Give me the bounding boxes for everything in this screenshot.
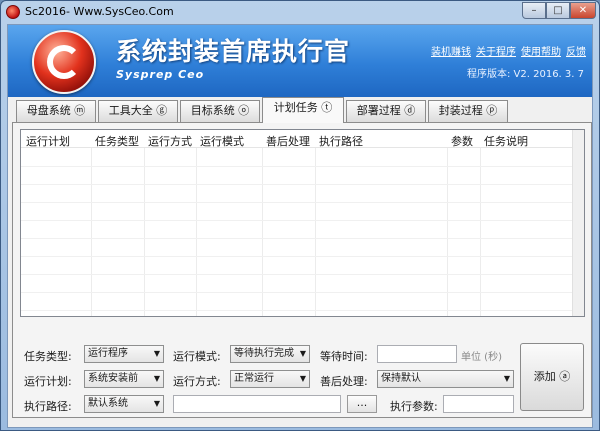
- exec-path-select[interactable]: 默认系统 ▼: [84, 395, 164, 413]
- exec-path-input[interactable]: [173, 395, 341, 413]
- tab-source-system[interactable]: 母盘系统 ⓜ: [16, 100, 96, 122]
- row-line: [21, 292, 584, 293]
- chevron-down-icon: ▼: [503, 374, 510, 383]
- header-links: 装机赚钱 关于程序 使用帮助 反馈: [426, 43, 586, 58]
- version-label: 程序版本: V2. 2016. 3. 7: [467, 69, 584, 80]
- chevron-down-icon: ▼: [153, 349, 160, 358]
- col-run-mode[interactable]: 运行模式: [200, 133, 244, 149]
- task-table[interactable]: 运行计划 任务类型 运行方式 运行模式 善后处理 执行路径 参数 任务说明: [20, 129, 585, 317]
- app-title: 系统封装首席执行官: [116, 37, 351, 66]
- run-mode-select[interactable]: 等待执行完成 ▼: [230, 345, 310, 363]
- row-line: [21, 274, 584, 275]
- col-params[interactable]: 参数: [451, 133, 473, 149]
- run-plan-select[interactable]: 系统安装前 ▼: [84, 370, 164, 388]
- run-method-value: 正常运行: [234, 373, 274, 384]
- app-subtitle: Sysprep Ceo: [116, 68, 205, 81]
- header-banner: 系统封装首席执行官 Sysprep Ceo 装机赚钱 关于程序 使用帮助 反馈 程序版…: [8, 25, 592, 97]
- tab-scheduled-tasks[interactable]: 计划任务 ⓣ: [262, 97, 344, 123]
- after-process-select[interactable]: 保持默认 ▼: [377, 370, 514, 388]
- run-plan-label: 运行计划:: [24, 375, 72, 388]
- col-description[interactable]: 任务说明: [484, 133, 528, 149]
- row-line: [21, 166, 584, 167]
- row-line: [21, 310, 584, 311]
- table-scrollbar[interactable]: [572, 130, 584, 316]
- chevron-down-icon: ▼: [299, 349, 306, 358]
- scheduled-tasks-panel: 运行计划 任务类型 运行方式 运行模式 善后处理 执行路径 参数 任务说明 任务…: [12, 122, 592, 418]
- run-mode-value: 等待执行完成: [234, 348, 294, 359]
- run-method-label: 运行方式:: [173, 375, 221, 388]
- tab-package[interactable]: 封装过程 ⓟ: [428, 100, 508, 122]
- col-task-type[interactable]: 任务类型: [95, 133, 139, 149]
- wait-time-input[interactable]: [377, 345, 457, 363]
- row-line: [21, 238, 584, 239]
- title-bar[interactable]: Sc2016- Www.SysCeo.Com – □ ✕: [1, 1, 599, 23]
- run-method-select[interactable]: 正常运行 ▼: [230, 370, 310, 388]
- task-type-value: 运行程序: [88, 348, 128, 359]
- exec-path-label: 执行路径:: [24, 400, 72, 413]
- col-after-process[interactable]: 善后处理: [266, 133, 310, 149]
- link-help[interactable]: 使用帮助: [521, 47, 561, 58]
- chevron-down-icon: ▼: [299, 374, 306, 383]
- col-run-method[interactable]: 运行方式: [148, 133, 192, 149]
- tab-target-system[interactable]: 目标系统 ⓞ: [180, 100, 260, 122]
- row-line: [21, 184, 584, 185]
- minimize-button[interactable]: –: [522, 2, 546, 19]
- col-run-plan[interactable]: 运行计划: [26, 133, 70, 149]
- tab-tools[interactable]: 工具大全 ⓖ: [98, 100, 178, 122]
- client-area: 系统封装首席执行官 Sysprep Ceo 装机赚钱 关于程序 使用帮助 反馈 程序版…: [7, 24, 593, 428]
- wait-time-unit: 单位 (秒): [461, 352, 502, 363]
- link-about[interactable]: 关于程序: [476, 47, 516, 58]
- row-line: [21, 220, 584, 221]
- exec-params-label: 执行参数:: [390, 400, 438, 413]
- exec-params-input[interactable]: [443, 395, 514, 413]
- tab-bar: 母盘系统 ⓜ 工具大全 ⓖ 目标系统 ⓞ 计划任务 ⓣ 部署过程 ⓓ 封装过程 …: [12, 97, 592, 123]
- exec-path-value: 默认系统: [88, 398, 128, 409]
- close-button[interactable]: ✕: [570, 2, 596, 19]
- link-feedback[interactable]: 反馈: [566, 47, 586, 58]
- row-line: [21, 256, 584, 257]
- col-exec-path[interactable]: 执行路径: [319, 133, 363, 149]
- window-title: Sc2016- Www.SysCeo.Com: [25, 5, 174, 18]
- after-process-label: 善后处理:: [320, 375, 368, 388]
- main-window: Sc2016- Www.SysCeo.Com – □ ✕ 系统封装首席执行官 S…: [0, 0, 600, 431]
- link-earn[interactable]: 装机赚钱: [431, 47, 471, 58]
- chevron-down-icon: ▼: [153, 374, 160, 383]
- run-plan-value: 系统安装前: [88, 373, 138, 384]
- wait-time-label: 等待时间:: [320, 350, 368, 363]
- browse-button[interactable]: ...: [347, 395, 377, 413]
- task-type-select[interactable]: 运行程序 ▼: [84, 345, 164, 363]
- maximize-button[interactable]: □: [546, 2, 570, 19]
- add-button[interactable]: 添加 ⓐ: [520, 343, 584, 411]
- tab-deploy[interactable]: 部署过程 ⓓ: [346, 100, 426, 122]
- run-mode-label: 运行模式:: [173, 350, 221, 363]
- app-icon: [6, 5, 20, 19]
- after-process-value: 保持默认: [381, 373, 421, 384]
- logo-icon: [32, 30, 96, 94]
- row-line: [21, 202, 584, 203]
- task-type-label: 任务类型:: [24, 350, 72, 363]
- chevron-down-icon: ▼: [153, 399, 160, 408]
- table-header: 运行计划 任务类型 运行方式 运行模式 善后处理 执行路径 参数 任务说明: [21, 130, 584, 148]
